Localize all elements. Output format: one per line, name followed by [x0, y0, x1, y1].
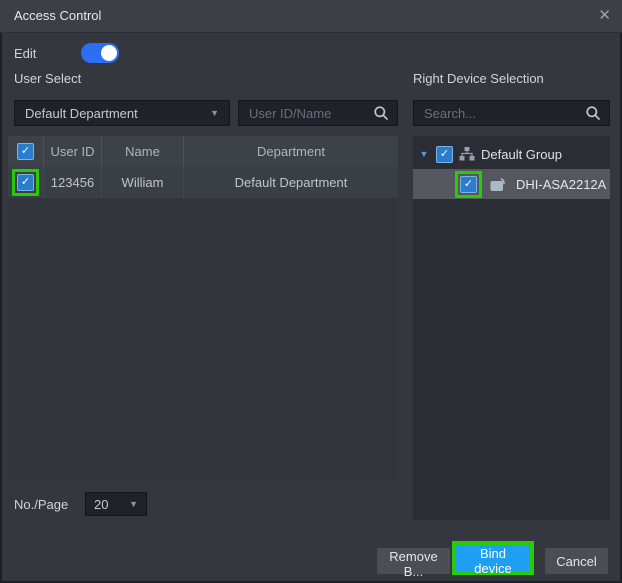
edit-toggle[interactable] [81, 43, 119, 63]
check-icon: ✓ [21, 146, 30, 157]
access-control-dialog: Access Control ✕ Edit User Select Right … [0, 0, 622, 583]
remove-batch-button[interactable]: Remove B... [377, 548, 450, 574]
per-page-label: No./Page [14, 496, 68, 514]
tree-group-label: Default Group [481, 147, 562, 162]
chevron-down-icon: ▼ [210, 108, 219, 118]
group-checkbox[interactable]: ✓ [436, 146, 453, 163]
cancel-button[interactable]: Cancel [545, 548, 608, 574]
bind-device-button[interactable]: Bind device [456, 545, 530, 571]
highlight-box: Bind device [452, 541, 534, 575]
per-page-dropdown[interactable]: 20 ▼ [85, 492, 147, 516]
check-icon: ✓ [21, 177, 30, 188]
row-checkbox[interactable]: ✓ [17, 174, 34, 191]
cell-user-id: 123456 [43, 166, 101, 198]
user-search-input[interactable] [239, 106, 373, 121]
toggle-knob [101, 45, 117, 61]
highlight-box: ✓ [12, 169, 39, 196]
user-select-label: User Select [14, 70, 81, 88]
column-header-department: Department [183, 136, 398, 166]
table-header-row: ✓ User ID Name Department [8, 136, 398, 166]
tree-device-row[interactable]: ✓ DHI-ASA2212A [413, 169, 610, 199]
title-bar: Access Control ✕ [0, 0, 622, 33]
close-icon[interactable]: ✕ [598, 0, 611, 32]
per-page-value: 20 [94, 497, 108, 512]
group-icon [459, 147, 475, 161]
header-checkbox-cell: ✓ [8, 136, 43, 166]
chevron-down-icon: ▼ [129, 499, 138, 509]
check-icon: ✓ [440, 149, 449, 160]
user-table: ✓ User ID Name Department ✓ 123456 Willi… [8, 136, 398, 480]
department-dropdown[interactable]: Default Department ▼ [14, 100, 230, 126]
edit-label: Edit [14, 44, 36, 64]
tree-group-row[interactable]: ▼ ✓ Default Group [413, 141, 610, 167]
column-header-user-id: User ID [43, 136, 101, 166]
device-checkbox[interactable]: ✓ [460, 176, 477, 193]
check-icon: ✓ [464, 179, 473, 190]
table-row[interactable]: ✓ 123456 William Default Department [8, 166, 398, 199]
search-icon [585, 105, 601, 121]
column-header-name: Name [101, 136, 183, 166]
dialog-title: Access Control [14, 0, 101, 32]
department-dropdown-value: Default Department [25, 106, 138, 121]
device-search-input[interactable] [414, 106, 585, 121]
device-tree-panel: ▼ ✓ Default Group ✓ DHI-ASA2212A [413, 136, 610, 520]
user-search-box [238, 100, 398, 126]
row-checkbox-cell: ✓ [8, 166, 43, 198]
select-all-checkbox[interactable]: ✓ [17, 143, 34, 160]
expander-icon[interactable]: ▼ [418, 149, 430, 159]
tree-device-label: DHI-ASA2212A [516, 177, 606, 192]
cell-department: Default Department [183, 166, 398, 198]
highlight-box: ✓ [455, 171, 482, 198]
right-device-selection-label: Right Device Selection [413, 70, 544, 88]
device-icon [490, 177, 508, 192]
cell-name: William [101, 166, 183, 198]
device-search-box [413, 100, 610, 126]
search-icon [373, 105, 389, 121]
